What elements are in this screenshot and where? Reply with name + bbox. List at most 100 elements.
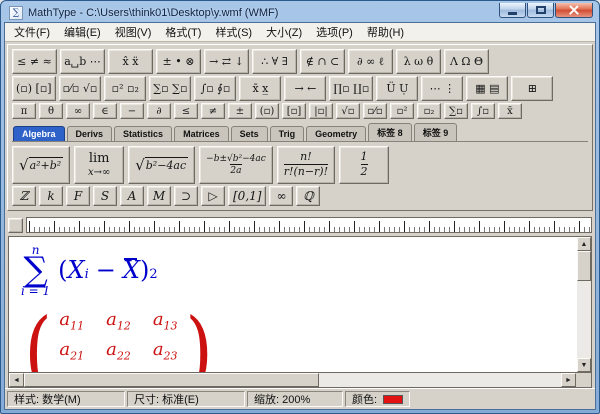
horizontal-scrollbar[interactable]: ◄ ► xyxy=(8,373,592,388)
small-symbol-button[interactable]: ∫▫ xyxy=(471,103,495,119)
tab-derivs[interactable]: Derivs xyxy=(67,126,113,141)
ruler-tab-selector[interactable] xyxy=(8,218,23,233)
symbol-palette-button[interactable]: ≤ ≠ ≈ xyxy=(12,49,57,74)
small-symbol-button[interactable]: ▫₂ xyxy=(417,103,441,119)
menu-item[interactable]: 编辑(E) xyxy=(57,22,108,42)
quick-symbol-button[interactable]: A xyxy=(120,186,144,206)
equation-matrix[interactable]: ( a11 a12 a13 a21 a22 a23 a31 a32 a33 ) xyxy=(21,305,567,373)
quick-symbol-button[interactable]: ℤ xyxy=(12,186,36,206)
quick-symbol-button[interactable]: M xyxy=(147,186,171,206)
template-palette-button[interactable]: ∏▫ ∐▫ xyxy=(329,76,373,101)
symbol-palette-button[interactable]: ∉ ∩ ⊂ xyxy=(300,49,345,74)
vertical-scrollbar[interactable]: ▲ ▼ xyxy=(577,236,592,373)
quick-symbol-button[interactable]: F xyxy=(66,186,90,206)
scroll-left-button[interactable]: ◄ xyxy=(9,373,24,387)
symbol-palette-button[interactable]: ∴ ∀ ∃ xyxy=(252,49,297,74)
template-palette-button[interactable]: x̄ x̲ xyxy=(239,76,281,101)
small-symbol-button[interactable]: √▫ xyxy=(336,103,360,119)
tab-sets[interactable]: Sets xyxy=(231,126,268,141)
symbol-palette-button[interactable]: ± • ⊗ xyxy=(156,49,201,74)
close-button[interactable] xyxy=(555,3,593,18)
menu-item[interactable]: 视图(V) xyxy=(108,22,159,42)
symbol-palette-button[interactable]: ∂ ∞ ℓ xyxy=(348,49,393,74)
quick-symbol-button[interactable]: ∞ xyxy=(269,186,293,206)
small-symbol-button[interactable]: x̄ xyxy=(498,103,522,119)
tab-9[interactable]: 标签 9 xyxy=(414,123,458,141)
small-symbol-button[interactable]: ∞ xyxy=(66,103,90,119)
cell-sub: 23 xyxy=(164,350,178,363)
cell-sub: 13 xyxy=(164,319,178,332)
horizontal-scroll-thumb[interactable] xyxy=(24,373,319,387)
tab-geometry[interactable]: Geometry xyxy=(306,126,366,141)
quick-symbol-button[interactable]: ⊃ xyxy=(174,186,198,206)
menu-item[interactable]: 文件(F) xyxy=(7,22,57,42)
symbol-palette-button[interactable]: λ ω θ xyxy=(396,49,441,74)
template-palette-button[interactable]: ▫² ▫₂ xyxy=(104,76,146,101)
maximize-button[interactable] xyxy=(527,3,554,18)
small-symbol-button[interactable]: θ xyxy=(39,103,63,119)
tab-trig[interactable]: Trig xyxy=(270,126,305,141)
small-symbol-button[interactable]: ∂ xyxy=(147,103,171,119)
status-style[interactable]: 样式: 数学(M) xyxy=(7,391,125,407)
template-palette-button[interactable]: ▫⁄▫ √▫ xyxy=(59,76,102,101)
tab-statistics[interactable]: Statistics xyxy=(114,126,172,141)
equation-sum-expression[interactable]: n ∑ i = 1 (Xi−X)2 xyxy=(21,244,567,297)
scroll-down-button[interactable]: ▼ xyxy=(577,358,591,372)
algebra-discriminant-button[interactable]: √b²−4ac xyxy=(128,146,195,184)
small-symbol-button[interactable]: π xyxy=(12,103,36,119)
template-palette-button[interactable]: (▫) [▫] xyxy=(12,76,56,101)
algebra-combination-button[interactable]: n!r!(n−r)! xyxy=(277,146,335,184)
small-symbol-button[interactable]: ≠ xyxy=(201,103,225,119)
quick-symbol-button[interactable]: k xyxy=(39,186,63,206)
menu-item[interactable]: 格式(T) xyxy=(158,22,208,42)
status-color[interactable]: 颜色: xyxy=(345,391,410,407)
titlebar[interactable]: ∑ MathType - C:\Users\think01\Desktop\y.… xyxy=(4,1,596,22)
status-zoom[interactable]: 缩放: 200% xyxy=(247,391,343,407)
quick-symbol-button[interactable]: [0,1] xyxy=(228,186,266,206)
menu-item[interactable]: 样式(S) xyxy=(208,22,259,42)
small-symbol-button[interactable]: ≤ xyxy=(174,103,198,119)
vertical-scroll-thumb[interactable] xyxy=(577,251,591,281)
horizontal-scroll-track[interactable] xyxy=(24,373,561,387)
small-symbol-button[interactable]: ▫⁄▫ xyxy=(363,103,387,119)
small-symbol-button[interactable]: (▫) xyxy=(255,103,279,119)
small-symbol-button[interactable]: |▫| xyxy=(309,103,333,119)
algebra-limit-button[interactable]: limx→∞ xyxy=(74,146,124,184)
tab-8[interactable]: 标签 8 xyxy=(368,123,412,141)
tab-algebra[interactable]: Algebra xyxy=(13,126,65,141)
quick-symbol-button[interactable]: ℚ xyxy=(296,186,320,206)
symbol-palette-button[interactable]: a␣b ⋯ xyxy=(60,49,105,74)
menu-item[interactable]: 帮助(H) xyxy=(360,22,411,42)
symbol-palette-button[interactable]: x̂ ẍ xyxy=(108,49,153,74)
small-symbol-button[interactable]: ▫² xyxy=(390,103,414,119)
template-palette-button[interactable]: Ü Ụ xyxy=(376,76,418,101)
vertical-scroll-track[interactable] xyxy=(577,251,591,358)
scroll-up-button[interactable]: ▲ xyxy=(577,237,591,251)
small-symbol-button[interactable]: [▫] xyxy=(282,103,306,119)
menu-item[interactable]: 选项(P) xyxy=(309,22,360,42)
minimize-button[interactable] xyxy=(499,3,526,18)
small-symbol-button[interactable]: ∑▫ xyxy=(444,103,468,119)
algebra-half-fraction-button[interactable]: 12 xyxy=(339,146,389,184)
symbol-palette-button[interactable]: Λ Ω Θ xyxy=(444,49,489,74)
ruler[interactable] xyxy=(26,217,592,233)
template-palette-button[interactable]: ⊞ xyxy=(511,76,553,101)
template-palette-button[interactable]: ∫▫ ∮▫ xyxy=(194,76,236,101)
small-symbol-button[interactable]: − xyxy=(120,103,144,119)
template-palette-button[interactable]: → ← xyxy=(284,76,326,101)
small-symbol-button[interactable]: ∈ xyxy=(93,103,117,119)
menu-item[interactable]: 大小(Z) xyxy=(259,22,309,42)
quick-symbol-button[interactable]: S xyxy=(93,186,117,206)
template-palette-button[interactable]: ▦ ▤ xyxy=(466,76,508,101)
algebra-sqrt-sum-button[interactable]: √a²+b² xyxy=(12,146,70,184)
small-symbol-button[interactable]: ± xyxy=(228,103,252,119)
equation-canvas[interactable]: n ∑ i = 1 (Xi−X)2 ( a11 a12 a13 a21 a22 … xyxy=(8,236,577,373)
template-palette-button[interactable]: ⋯ ⋮ xyxy=(421,76,463,101)
scroll-right-button[interactable]: ► xyxy=(561,373,576,387)
algebra-quadratic-formula-button[interactable]: −b±√b²−4ac2a xyxy=(199,146,273,184)
template-palette-button[interactable]: ∑▫ ∑▫ xyxy=(149,76,191,101)
tab-matrices[interactable]: Matrices xyxy=(174,126,229,141)
quick-symbol-button[interactable]: ▷ xyxy=(201,186,225,206)
symbol-palette-button[interactable]: → ⇄ ↓ xyxy=(204,49,249,74)
status-size[interactable]: 尺寸: 标准(E) xyxy=(127,391,245,407)
